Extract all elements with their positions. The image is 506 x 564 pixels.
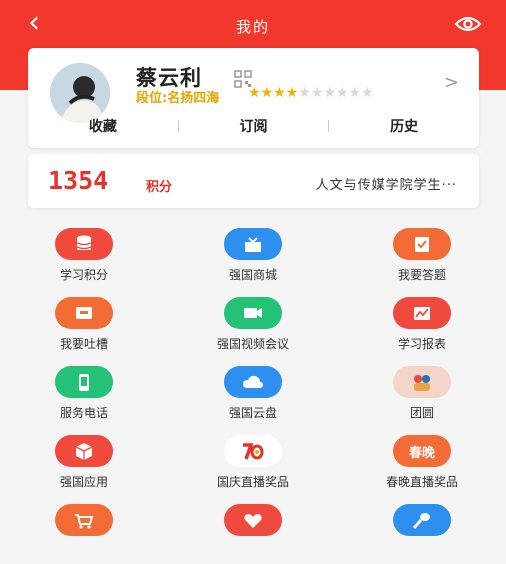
profile-tabs: 收藏 订阅 历史 (28, 114, 479, 138)
quiz-icon (393, 228, 451, 260)
grid-item[interactable]: 春晚 春晚直播奖品 (338, 435, 506, 495)
grid-item-label: 国庆直播奖品 (216, 475, 289, 489)
star-icon: ★ (248, 85, 261, 101)
profile-card[interactable]: 蔡云利 段位:名扬四海 ★★★★★★★★★★ > 收藏 订阅 历史 (28, 48, 479, 148)
spring-gala-icon: 春晚 (393, 435, 451, 467)
70th-anniversary-icon (224, 435, 282, 467)
star-icon: ★ (348, 85, 362, 101)
grid-item-label: 我要吐槽 (59, 337, 108, 351)
star-icon: ★ (361, 85, 374, 101)
grid-item-label: 强国云盘 (228, 406, 277, 420)
star-icon: ★ (273, 85, 286, 101)
grid-item-label: 学习积分 (59, 268, 108, 282)
database-icon (55, 228, 113, 260)
spring-gala-badge: 春晚 (408, 446, 435, 461)
grid-item-label: 学习报表 (397, 337, 446, 351)
grid-item[interactable]: 我要吐槽 (0, 297, 168, 357)
grid-item-partial[interactable] (169, 504, 337, 564)
grid-item[interactable]: 学习报表 (338, 297, 506, 357)
report-icon (393, 297, 451, 329)
grid-item-partial[interactable] (338, 504, 506, 564)
star-icon: ★ (260, 85, 274, 101)
points-unit: 积分 (146, 180, 173, 195)
grid-item-label: 春晚直播奖品 (385, 475, 458, 489)
star-icon: ★ (298, 85, 311, 101)
phone-icon (55, 366, 113, 398)
grid-item[interactable]: 强国商城 (169, 228, 337, 288)
grid-item[interactable]: 服务电话 (0, 366, 168, 426)
tab-favorites[interactable]: 收藏 (28, 116, 178, 136)
tab-history[interactable]: 历史 (329, 116, 479, 136)
cart-icon (55, 504, 113, 536)
feedback-icon (55, 297, 113, 329)
grid-item[interactable]: 强国云盘 (169, 366, 337, 426)
grid-item-label: 强国视频会议 (216, 337, 289, 351)
cube-icon (55, 435, 113, 467)
grid-item[interactable]: 学习积分 (0, 228, 168, 288)
star-icon: ★ (335, 85, 349, 101)
grid-item-label: 我要答题 (397, 268, 446, 282)
grid-item[interactable]: 国庆直播奖品 (169, 435, 337, 495)
grid-item-label: 服务电话 (59, 406, 108, 420)
star-icon: ★ (323, 85, 336, 101)
star-icon: ★ (285, 85, 299, 101)
eye-icon[interactable] (454, 14, 482, 34)
reunion-icon (393, 366, 451, 398)
star-icon: ★ (310, 85, 324, 101)
grid-item[interactable]: 我要答题 (338, 228, 506, 288)
points-card[interactable]: 1354 积分 人文与传媒学院学生··· (28, 154, 479, 208)
cloud-icon (224, 366, 282, 398)
video-icon (224, 297, 282, 329)
heart-icon (224, 504, 282, 536)
school-label: 人文与传媒学院学生··· (315, 178, 457, 193)
page-title: 我的 (235, 18, 270, 36)
chevron-right-icon[interactable]: > (444, 72, 459, 93)
grid-item-label: 强国商城 (228, 268, 277, 282)
rank-label: 段位:名扬四海 (136, 91, 220, 106)
grid-item[interactable]: 强国视频会议 (169, 297, 337, 357)
grid-item[interactable]: 强国应用 (0, 435, 168, 495)
grid-item[interactable]: 团圆 (338, 366, 506, 426)
grid-item-partial[interactable] (0, 504, 168, 564)
rank-stars: ★★★★★★★★★★ (248, 85, 374, 101)
grid-item-label: 团圆 (409, 406, 434, 420)
grid-item-label: 强国应用 (59, 475, 108, 489)
tab-subscriptions[interactable]: 订阅 (179, 116, 329, 136)
shop-icon (224, 228, 282, 260)
microphone-icon (393, 504, 451, 536)
points-value: 1354 (48, 166, 109, 195)
